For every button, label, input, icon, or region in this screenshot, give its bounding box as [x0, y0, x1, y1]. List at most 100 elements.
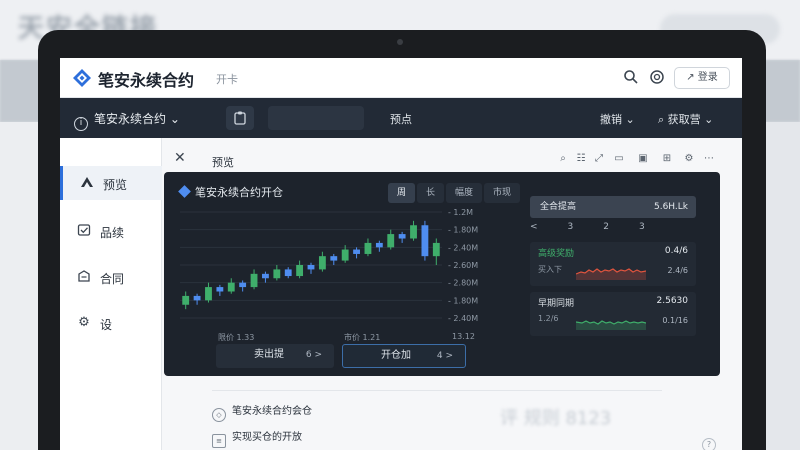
search-icon[interactable]: [622, 69, 640, 87]
y-tick-label: - 2.40M: [448, 314, 478, 323]
candle-body: [250, 273, 258, 288]
y-tick-label: - 2.40M: [448, 243, 478, 252]
stat-card-title: 高级奖励: [538, 249, 575, 259]
chevron-down-icon: ⌄: [700, 113, 714, 126]
candle-body: [227, 282, 235, 292]
support-icon[interactable]: [648, 69, 666, 87]
clipboard-icon[interactable]: [226, 106, 254, 130]
expand-icon[interactable]: ⤢: [592, 152, 606, 166]
candle-body: [182, 295, 190, 305]
stat-tab[interactable]: 3: [639, 222, 645, 232]
stat-card-value: 0.4/6: [664, 246, 688, 256]
stat-summary-label: 全合提高: [540, 202, 577, 212]
y-tick-label: - 1.80M: [448, 226, 478, 235]
settings-icon[interactable]: ⚙: [682, 152, 696, 166]
candle-body: [387, 234, 395, 248]
sidebar-item-preview[interactable]: 预览: [60, 166, 162, 200]
volume-label: 13.12: [452, 332, 475, 341]
nav-item-cancel[interactable]: 撤销 ⌄: [600, 111, 635, 127]
ghost-text: 评 规则 8123: [500, 408, 612, 429]
filter-icon[interactable]: ☷: [574, 152, 588, 166]
laptop-screen: 笔安永续合约 开卡 ↗ 登录 i 笔安永续合约 ⌄ 预点 撤销 ⌄ ⌕ 获取营 ⌄: [60, 58, 742, 450]
app-subtitle: 开卡: [216, 73, 238, 86]
candlestick-chart[interactable]: - 1.2M - 1.80M - 2.40M - 2.60M - 2.80M - 1.80…: [180, 204, 498, 326]
candle-body: [239, 282, 247, 288]
info-icon: i: [74, 117, 88, 131]
tab-range[interactable]: 幅度: [446, 183, 483, 203]
volume-label: 市价 1.21: [344, 333, 381, 342]
app-header: 笔安永续合约 开卡 ↗ 登录: [60, 58, 742, 98]
candle-body: [421, 225, 429, 257]
candle-body: [341, 249, 349, 261]
nav-item-preview[interactable]: 预点: [390, 111, 412, 127]
chevron-down-icon: ⌄: [166, 112, 180, 126]
sidebar: 预览 品续 合同 ⚙ 设: [60, 138, 162, 450]
search-icon[interactable]: ⌕: [556, 152, 570, 166]
sidebar-item-label: 品续: [100, 226, 125, 240]
stat-card-sub-value: 0.1/16: [662, 316, 688, 325]
tab-long[interactable]: 长: [417, 183, 445, 203]
login-icon: ↗: [686, 72, 698, 83]
app-logo-icon: [73, 69, 91, 87]
chevron-down-icon: ⌄: [622, 113, 635, 126]
stat-card-title: 早期同期: [538, 299, 575, 309]
sidebar-item-contract[interactable]: 合同: [60, 260, 162, 294]
shield-icon: ◇: [212, 408, 226, 422]
content-title: 预览: [212, 156, 234, 169]
stat-summary: 全合提高 5.6H.Lk: [530, 196, 696, 218]
stat-card-early[interactable]: 早期同期 2.5630 1.2/6 0.1/16: [530, 292, 696, 336]
sidebar-item-label: 设: [100, 318, 113, 332]
y-tick-label: - 2.60M: [448, 261, 478, 270]
login-button-label: 登录: [697, 72, 718, 83]
layout-icon[interactable]: ▭: [612, 152, 626, 166]
open-position-button-label: 开仓加: [381, 350, 411, 361]
stat-card-sub: 1.2/6: [538, 314, 559, 323]
nav-item-fetch[interactable]: ⌕ 获取营 ⌄: [658, 111, 713, 127]
sidebar-item-label: 预览: [103, 178, 128, 192]
app-title: 笔安永续合约: [98, 71, 195, 90]
stat-tab[interactable]: 2: [603, 222, 609, 232]
sidebar-item-items[interactable]: 品续: [60, 214, 162, 248]
gear-icon: ⚙: [78, 315, 90, 330]
image-icon[interactable]: ▣: [636, 152, 650, 166]
contract-icon: [76, 269, 92, 285]
tab-week[interactable]: 周: [388, 183, 416, 203]
tab-market[interactable]: 市现: [484, 183, 521, 203]
open-position-button[interactable]: 开仓加 4 >: [342, 344, 466, 368]
stat-summary-value: 5.6H.Lk: [653, 202, 688, 212]
timeframe-tabs: 周长幅度 市现: [388, 180, 522, 203]
candle-body: [353, 249, 360, 254]
nav-brand[interactable]: i 笔安永续合约 ⌄: [74, 110, 180, 131]
sidebar-item-settings[interactable]: ⚙ 设: [60, 306, 162, 340]
stat-tabs: <3 2 3: [530, 222, 645, 232]
grid-icon[interactable]: ⊞: [660, 152, 674, 166]
y-tick-label: - 1.2M: [448, 208, 473, 217]
list-item[interactable]: ◇ 笔安永续合约会仓: [212, 402, 312, 422]
sparkline-red: [576, 268, 646, 280]
nav-search-input[interactable]: [268, 106, 364, 130]
background-left-strip: [0, 122, 42, 450]
list-item[interactable]: ≡ 实现买仓的开放: [212, 428, 302, 448]
stat-card-rewards[interactable]: 高级奖励 0.4/6 买入下 2.4/6: [530, 242, 696, 286]
sparkline-green: [576, 320, 646, 330]
candle-body: [398, 234, 406, 239]
volume-label: 限价 1.33: [218, 333, 255, 342]
collapse-sidebar-icon[interactable]: ✕: [174, 150, 186, 166]
stat-tab[interactable]: 3: [568, 222, 574, 232]
candle-body: [205, 287, 212, 301]
candle-body: [307, 265, 315, 270]
sidebar-item-label: 合同: [100, 272, 125, 286]
panel-title-text: 笔安永续合约开仓: [195, 186, 283, 199]
stat-card-value: 2.5630: [656, 296, 689, 306]
candle-body: [375, 242, 383, 248]
stat-tab-back[interactable]: <: [530, 222, 538, 232]
panel-title: 笔安永续合约开仓: [178, 184, 283, 200]
more-icon[interactable]: ⋯: [702, 152, 716, 166]
candle-body: [410, 225, 417, 239]
help-icon[interactable]: ?: [702, 438, 716, 450]
login-button[interactable]: ↗ 登录: [674, 67, 730, 89]
sell-button[interactable]: 卖出提 6 >: [216, 344, 334, 368]
diamond-icon: [178, 185, 191, 198]
candle-body: [318, 256, 326, 270]
candle-body: [216, 287, 224, 292]
